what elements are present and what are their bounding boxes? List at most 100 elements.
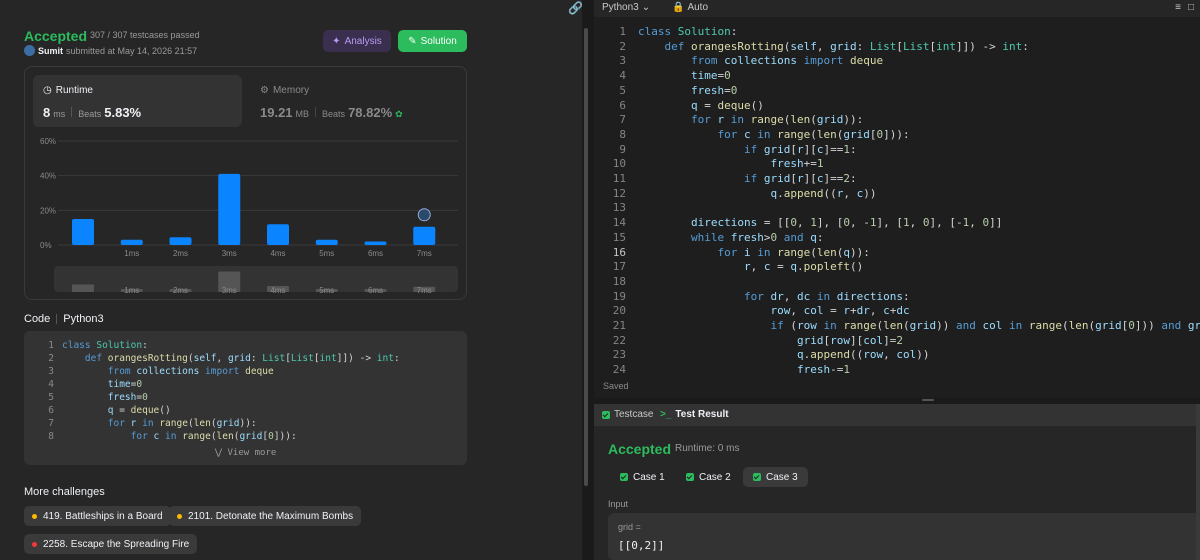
- code-line: 5 fresh=0: [24, 391, 148, 404]
- editor-line[interactable]: 12 q.append((r, c)): [594, 186, 877, 201]
- editor-line[interactable]: 7 for r in range(len(grid)):: [594, 112, 863, 127]
- editor-line[interactable]: 10 fresh+=1: [594, 156, 824, 171]
- challenge-chip-3[interactable]: 2258. Escape the Spreading Fire: [24, 534, 198, 554]
- case-tab-1[interactable]: Case 1: [610, 467, 675, 487]
- editor-line[interactable]: 8 for c in range(len(grid[0])):: [594, 127, 909, 142]
- difficulty-dot: [32, 541, 37, 547]
- result-status: Accepted: [608, 441, 672, 457]
- line-number: 14: [612, 216, 626, 230]
- bar: [315, 239, 338, 245]
- editor-line[interactable]: 4 time=0: [594, 68, 730, 83]
- difficulty-dot: [177, 513, 182, 519]
- test-panel: Testcase >_ Test Result Accepted Runtime…: [594, 404, 1200, 560]
- editor-line[interactable]: 17 r, c = q.popleft(): [594, 259, 863, 274]
- resize-grip-icon[interactable]: [922, 399, 934, 401]
- case-tab-3[interactable]: Case 3: [743, 467, 808, 487]
- line-number: 15: [612, 230, 626, 244]
- code-line: 7 for r in range(len(grid)):: [24, 417, 256, 430]
- code-line: 1 class Solution:: [24, 339, 148, 352]
- editor-line[interactable]: 13: [594, 200, 638, 215]
- editor-line[interactable]: 22 grid[row][col]=2: [594, 333, 903, 348]
- input-value: [[0,2]]: [618, 539, 665, 552]
- line-number: 22: [612, 333, 626, 347]
- chevrons-down-icon: ⋁: [214, 448, 223, 458]
- more-challenges-title: More challenges: [24, 486, 105, 498]
- input-box: grid = [[0,2]]: [608, 513, 1200, 560]
- editor-line[interactable]: 5 fresh=0: [594, 83, 737, 98]
- line-number: 24: [612, 363, 626, 377]
- line-number: 8: [619, 127, 626, 141]
- x-tick-label: 3ms: [222, 249, 237, 258]
- line-number: 10: [612, 157, 626, 171]
- check-icon: [753, 473, 761, 481]
- x-tick-label: 5ms: [319, 249, 334, 258]
- format-icon[interactable]: ≡: [1175, 2, 1181, 13]
- line-number: 4: [48, 379, 54, 390]
- x-tick-label: 1ms: [124, 249, 139, 258]
- bar: [72, 219, 94, 245]
- case-label: Case 2: [699, 471, 731, 483]
- line-number: 2: [619, 39, 626, 53]
- editor-line[interactable]: 18: [594, 274, 638, 289]
- line-number: 4: [619, 69, 626, 83]
- editor-line[interactable]: 21 if (row in range(len(grid)) and col i…: [594, 318, 1200, 333]
- tab-testcase[interactable]: Testcase: [602, 409, 653, 420]
- editor-line[interactable]: 15 while fresh>0 and q:: [594, 230, 824, 245]
- submitted-code: 8 for c in range(len(grid[0])): 7 for r i…: [24, 331, 467, 465]
- editor-line[interactable]: 1 class Solution:: [594, 24, 737, 39]
- editor-line[interactable]: 20 row, col = r+dr, c+dc: [594, 303, 910, 318]
- line-number: 3: [48, 366, 54, 377]
- bar: [120, 239, 143, 245]
- challenge-chip-1[interactable]: 419. Battleships in a Board: [24, 506, 171, 526]
- line-number: 11: [612, 172, 626, 185]
- tab-test-result[interactable]: >_ Test Result: [660, 409, 729, 420]
- editor-line[interactable]: 2 def orangesRotting(self, grid: List[Li…: [594, 39, 1028, 54]
- y-tick-label: 0%: [40, 241, 52, 250]
- line-number: 7: [619, 113, 626, 127]
- editor-line[interactable]: 3 from collections import deque: [594, 53, 883, 68]
- editor-line[interactable]: 6 q = deque(): [594, 98, 763, 113]
- check-icon: [620, 473, 628, 481]
- challenge-label: 2101. Detonate the Maximum Bombs: [188, 510, 354, 522]
- line-number: 21: [612, 319, 626, 332]
- x-tick-label: 2ms: [173, 249, 188, 258]
- bar: [169, 237, 192, 245]
- line-number: 1: [48, 340, 54, 351]
- left-scrollbar-thumb[interactable]: [584, 28, 588, 486]
- runtime-distribution-chart: 60% 40% 20% 0% 1ms 2ms 3ms 4ms 5ms 6ms 7ms 1ms 2ms 3m…: [40, 137, 458, 295]
- input-key: grid =: [618, 522, 641, 532]
- view-more-button[interactable]: ⋁ View more: [24, 448, 467, 458]
- bookmark-icon[interactable]: □: [1188, 2, 1194, 13]
- editor-line[interactable]: 11 if grid[r][c]==2:: [594, 171, 857, 186]
- x-tick-label: 4ms: [270, 249, 285, 258]
- checkbox-icon: [602, 410, 610, 419]
- overview-label: 2ms: [173, 286, 188, 295]
- editor-line[interactable]: 14 directions = [[0, 1], [0, -1], [1, 0]…: [594, 215, 1003, 230]
- editor-line[interactable]: 24 fresh-=1: [594, 362, 850, 377]
- editor-line[interactable]: 9 if grid[r][c]==1:: [594, 142, 856, 157]
- overview-label: 5ms: [319, 286, 334, 295]
- language-select[interactable]: Python3 ⌄: [602, 2, 650, 13]
- test-panel-scrollbar[interactable]: [1196, 404, 1200, 560]
- bar: [364, 241, 387, 245]
- editor-line[interactable]: 16 for i in range(len(q)):: [594, 245, 870, 260]
- editor-line[interactable]: 19 for dr, dc in directions:: [594, 289, 910, 304]
- tab-test-result-label: Test Result: [675, 409, 729, 420]
- code-line: 4 time=0: [24, 378, 142, 391]
- terminal-icon: >_: [660, 409, 672, 420]
- editor-line[interactable]: 23 q.append((row, col)): [594, 347, 930, 362]
- check-icon: [686, 473, 694, 481]
- line-number: 2: [48, 353, 54, 364]
- case-tab-2[interactable]: Case 2: [676, 467, 741, 487]
- line-number: 19: [612, 289, 626, 303]
- auto-mode-toggle[interactable]: 🔒 Auto: [672, 2, 708, 13]
- tab-testcase-label: Testcase: [614, 409, 654, 420]
- bar: [413, 226, 436, 245]
- mode-value: Auto: [687, 2, 709, 13]
- challenge-chip-2[interactable]: 2101. Detonate the Maximum Bombs: [169, 506, 362, 526]
- test-tabs: Testcase >_ Test Result: [594, 404, 1200, 426]
- submission-panel: 🔗 Accepted 307 / 307 testcases passed Su…: [0, 0, 582, 560]
- challenge-label: 2258. Escape the Spreading Fire: [43, 538, 190, 550]
- case-label: Case 3: [766, 471, 798, 483]
- code-editor[interactable]: Python3 ⌄ 🔒 Auto ≡ □ 1 class Solution: 2 d…: [594, 0, 1200, 398]
